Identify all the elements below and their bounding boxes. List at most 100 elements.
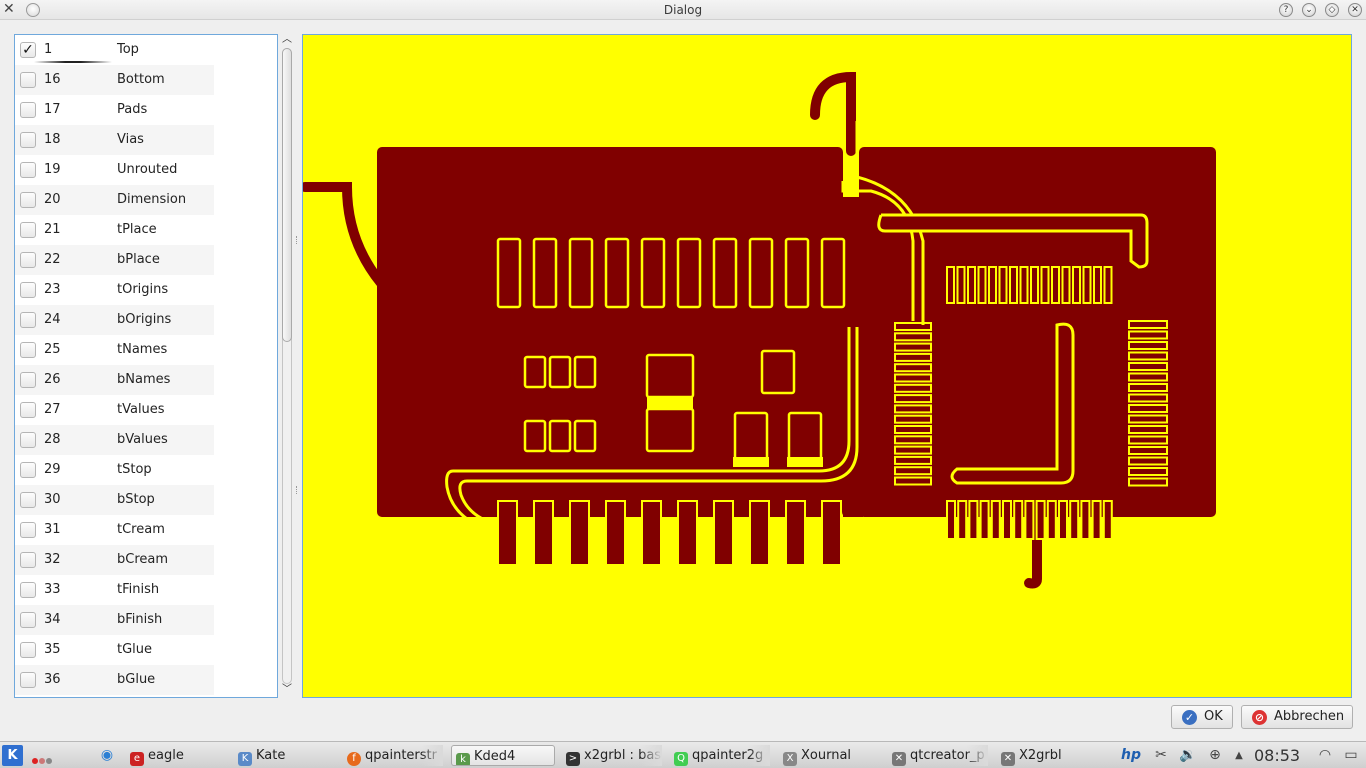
klipper-icon[interactable]: ✂ — [1152, 745, 1170, 766]
edge-finger — [569, 500, 590, 566]
task-x2grbl[interactable]: ✕ X2grbl — [997, 745, 1101, 766]
splitter-handle[interactable] — [296, 34, 300, 698]
layer-checkbox[interactable] — [20, 102, 36, 118]
terminal-icon: > — [566, 752, 580, 766]
layer-row[interactable]: 20 Dimension — [15, 185, 214, 215]
layer-number: 22 — [44, 252, 61, 267]
application-launcher-icon[interactable]: K — [2, 745, 23, 766]
layer-row[interactable]: 17 Pads — [15, 95, 214, 125]
scroll-down-icon[interactable]: ﹀ — [281, 684, 293, 696]
volume-icon[interactable]: 🔉 — [1178, 745, 1198, 766]
layer-number: 36 — [44, 672, 61, 687]
layer-number: 34 — [44, 612, 61, 627]
network-icon[interactable]: ⊕ — [1205, 745, 1225, 766]
layer-checkbox[interactable] — [20, 462, 36, 478]
component-fill — [647, 397, 693, 409]
layer-checkbox[interactable] — [20, 132, 36, 148]
close-icon[interactable]: ✕ — [1348, 3, 1362, 17]
layer-checkbox[interactable] — [20, 282, 36, 298]
layer-row[interactable]: 23 tOrigins — [15, 275, 214, 305]
task-kded4[interactable]: k Kded4 — [451, 745, 555, 766]
layer-name: tStop — [117, 462, 152, 477]
qt-icon: Q — [674, 752, 688, 766]
layer-number: 23 — [44, 282, 61, 297]
layer-checkbox[interactable]: ✓ — [20, 42, 36, 58]
layer-row[interactable]: 26 bNames — [15, 365, 214, 395]
layer-checkbox[interactable] — [20, 72, 36, 88]
layer-checkbox[interactable] — [20, 642, 36, 658]
cancel-button[interactable]: ⊘ Abbrechen — [1241, 705, 1353, 729]
device-icon[interactable]: ▭ — [1342, 745, 1360, 766]
copper-pour-left — [377, 147, 843, 517]
layer-number: 25 — [44, 342, 61, 357]
layer-checkbox[interactable] — [20, 552, 36, 568]
edge-finger-small — [946, 500, 956, 540]
layer-row[interactable]: 28 bValues — [15, 425, 214, 455]
layer-checkbox[interactable] — [20, 222, 36, 238]
layer-row[interactable]: 36 bGlue — [15, 665, 214, 695]
layer-checkbox[interactable] — [20, 342, 36, 358]
layer-checkbox[interactable] — [20, 402, 36, 418]
edge-finger — [641, 500, 662, 566]
task-eagle[interactable]: e eagle — [126, 745, 226, 766]
layer-checkbox[interactable] — [20, 432, 36, 448]
minimize-icon[interactable]: ⌄ — [1302, 3, 1316, 17]
layer-list[interactable]: ✓ 1 Top 16 Bottom 17 Pads 18 Vias 19 Unrouted 20 Dim… — [14, 34, 278, 698]
layer-row[interactable]: 27 tValues — [15, 395, 214, 425]
layer-row[interactable]: 34 bFinish — [15, 605, 214, 635]
layer-row[interactable]: 29 tStop — [15, 455, 214, 485]
edge-finger — [785, 500, 806, 566]
layer-checkbox[interactable] — [20, 372, 36, 388]
layer-checkbox[interactable] — [20, 252, 36, 268]
maximize-icon[interactable]: ◇ — [1325, 3, 1339, 17]
layer-checkbox[interactable] — [20, 162, 36, 178]
layer-list-scrollbar[interactable]: ︿ ﹀ — [280, 34, 294, 698]
wifi-icon[interactable]: ◠ — [1314, 745, 1336, 766]
layer-checkbox[interactable] — [20, 582, 36, 598]
layer-number: 17 — [44, 102, 61, 117]
layer-checkbox[interactable] — [20, 492, 36, 508]
layer-row[interactable]: 33 tFinish — [15, 575, 214, 605]
task-qtcreator[interactable]: ✕ qtcreator_p — [888, 745, 988, 766]
copper-pour-bridge — [843, 197, 863, 517]
layer-row[interactable]: 19 Unrouted — [15, 155, 214, 185]
hp-icon[interactable]: hp — [1118, 745, 1144, 766]
task-qpainterstr[interactable]: f qpainterstr — [343, 745, 443, 766]
layer-number: 27 — [44, 402, 61, 417]
layer-row[interactable]: 18 Vias — [15, 125, 214, 155]
layer-number: 32 — [44, 552, 61, 567]
layer-row[interactable]: 35 tGlue — [15, 635, 214, 665]
layer-row[interactable]: 24 bOrigins — [15, 305, 214, 335]
task-xournal[interactable]: X Xournal — [779, 745, 879, 766]
task-x2grbl-bash[interactable]: > x2grbl : bas — [562, 745, 662, 766]
layer-checkbox[interactable] — [20, 312, 36, 328]
edge-finger — [821, 500, 842, 566]
layer-row[interactable]: 21 tPlace — [15, 215, 214, 245]
task-kate[interactable]: K Kate — [234, 745, 334, 766]
layer-row[interactable]: 22 bPlace — [15, 245, 214, 275]
layer-row[interactable]: 25 tNames — [15, 335, 214, 365]
globe-icon[interactable]: ◉ — [98, 745, 116, 766]
help-icon[interactable]: ? — [1279, 3, 1293, 17]
layer-name: bPlace — [117, 252, 160, 267]
window-title: Dialog — [663, 3, 703, 17]
tray-expand-icon[interactable]: ▲ — [1232, 745, 1246, 766]
edge-finger-small — [990, 500, 1001, 540]
layer-row[interactable]: 31 tCream — [15, 515, 214, 545]
task-qpainter2g[interactable]: Qqpainter2g — [670, 745, 770, 766]
scroll-up-icon[interactable]: ︿ — [281, 34, 293, 46]
layer-checkbox[interactable] — [20, 672, 36, 688]
layer-row[interactable]: 32 bCream — [15, 545, 214, 575]
layer-row[interactable]: 16 Bottom — [15, 65, 214, 95]
trace-left — [303, 182, 386, 288]
layer-name: bGlue — [117, 672, 156, 687]
scrollbar-thumb[interactable] — [282, 48, 292, 342]
layer-checkbox[interactable] — [20, 522, 36, 538]
desktop-pager[interactable] — [32, 753, 54, 764]
ok-button[interactable]: ✓ OK — [1171, 705, 1233, 729]
layer-checkbox[interactable] — [20, 612, 36, 628]
layer-row[interactable]: 30 bStop — [15, 485, 214, 515]
layer-name: Dimension — [117, 192, 187, 207]
clock[interactable]: 08:53 — [1254, 745, 1300, 766]
layer-checkbox[interactable] — [20, 192, 36, 208]
